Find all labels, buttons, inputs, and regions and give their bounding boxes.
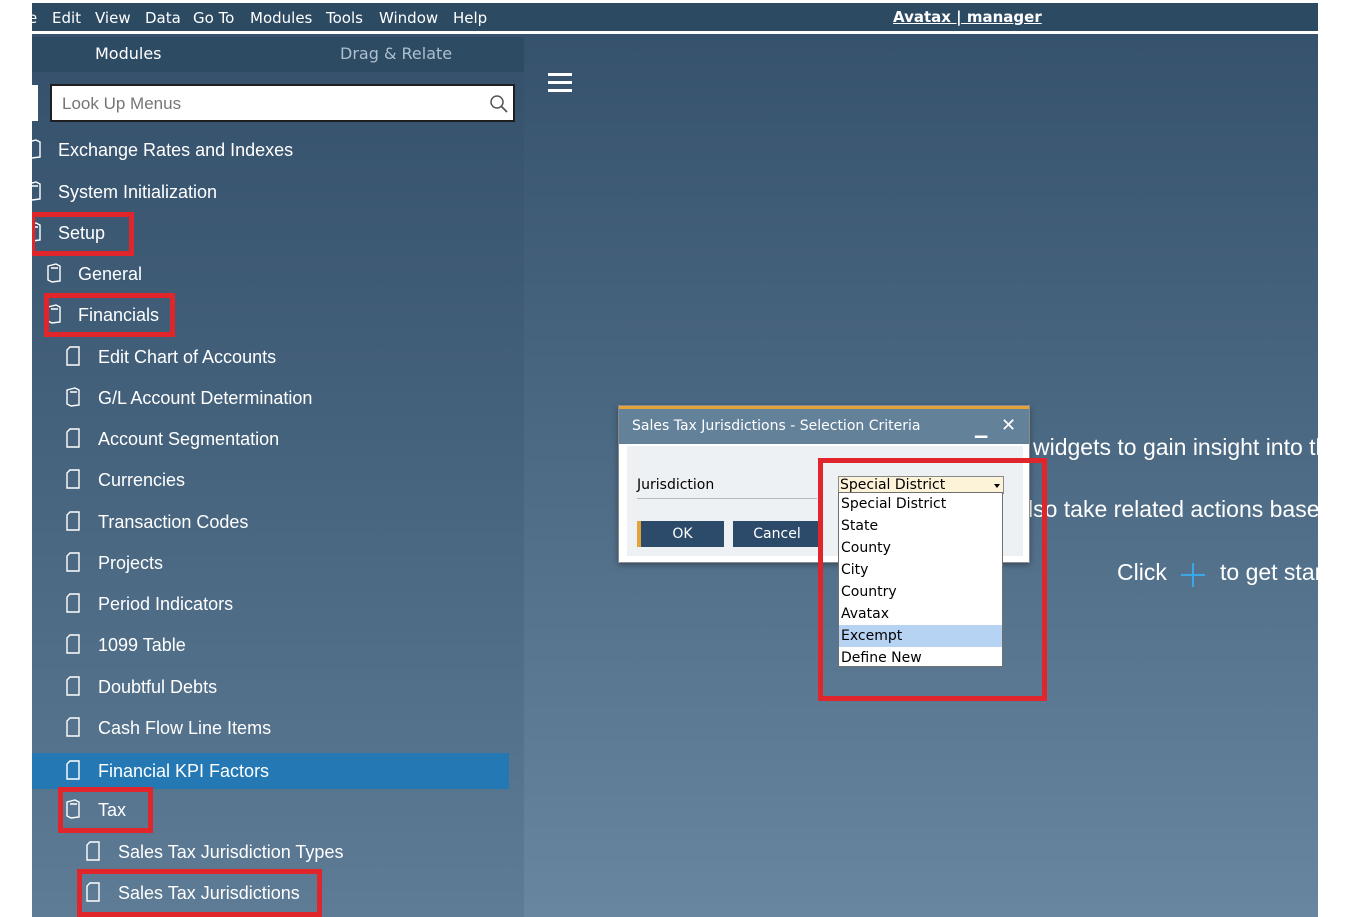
menu-window[interactable]: Window — [379, 9, 438, 27]
menu-view[interactable]: View — [95, 9, 131, 27]
background-help-line-2: lso take related actions based — [1028, 496, 1318, 522]
annotation-box-dropdown — [818, 458, 1047, 701]
document-icon — [66, 717, 80, 737]
sidebar-item-label: General — [78, 264, 143, 284]
label-underline — [637, 498, 817, 499]
sidebar-item-label: Account Segmentation — [98, 429, 280, 449]
background-click-label: Click — [1117, 559, 1167, 585]
sidebar-item-edit-chart[interactable]: Edit Chart of Accounts — [32, 339, 524, 375]
sidebar-item-period-indicators[interactable]: Period Indicators — [32, 586, 524, 622]
tab-modules[interactable]: Modules — [95, 44, 162, 63]
menu-help[interactable]: Help — [453, 9, 487, 27]
dialog-title-bar[interactable]: Sales Tax Jurisdictions - Selection Crit… — [619, 406, 1029, 444]
tab-drag-relate[interactable]: Drag & Relate — [340, 44, 452, 63]
search-icon[interactable] — [489, 94, 509, 114]
sidebar-item-label: Doubtful Debts — [98, 677, 218, 697]
sidebar-item-jurisdiction-types[interactable]: Sales Tax Jurisdiction Types — [32, 834, 524, 870]
annotation-box-financials — [44, 293, 175, 337]
menu-modules[interactable]: Modules — [250, 9, 312, 27]
folder-icon — [32, 181, 41, 201]
document-icon — [66, 552, 80, 572]
cancel-button[interactable]: Cancel — [733, 521, 821, 547]
menu-tools[interactable]: Tools — [326, 9, 363, 27]
sidebar-item-label: Edit Chart of Accounts — [98, 347, 277, 367]
search-left-edge — [32, 85, 38, 121]
folder-icon — [32, 139, 41, 159]
dialog-title: Sales Tax Jurisdictions - Selection Crit… — [632, 418, 921, 434]
document-icon — [66, 428, 80, 448]
hamburger-menu-icon[interactable] — [548, 73, 572, 93]
sidebar-item-label: 1099 Table — [98, 635, 186, 655]
document-icon — [66, 593, 80, 613]
document-icon — [86, 841, 100, 861]
sidebar-item-label: System Initialization — [58, 182, 218, 202]
sidebar-item-projects[interactable]: Projects — [32, 545, 524, 581]
sidebar-item-account-segmentation[interactable]: Account Segmentation — [32, 421, 524, 457]
sidebar-item-label: Transaction Codes — [98, 512, 249, 532]
minimize-icon[interactable]: ▁ — [975, 419, 987, 439]
menu-file[interactable]: e — [32, 9, 37, 27]
document-icon — [66, 760, 80, 780]
sidebar-item-cash-flow[interactable]: Cash Flow Line Items — [32, 710, 524, 746]
search-input[interactable] — [62, 94, 482, 114]
document-icon — [66, 634, 80, 654]
menu-edit[interactable]: Edit — [52, 9, 81, 27]
sidebar-item-label: Exchange Rates and Indexes — [58, 140, 294, 160]
sidebar-item-gl-account[interactable]: G/L Account Determination — [32, 380, 524, 416]
window-title: Avatax | manager — [893, 8, 1042, 26]
background-help-line-1: widgets to gain insight into th — [1033, 434, 1318, 460]
sidebar-item-label: Financial KPI Factors — [98, 761, 270, 781]
document-icon — [66, 511, 80, 531]
menu-goto[interactable]: Go To — [193, 9, 234, 27]
menu-bar: e Edit View Data Go To Modules Tools Win… — [32, 3, 1318, 34]
sidebar: Modules Drag & Relate Exchange Rates and… — [32, 37, 524, 917]
document-icon — [66, 469, 80, 489]
sidebar-item-label: Projects — [98, 553, 164, 573]
sidebar-item-general[interactable]: General — [32, 256, 524, 292]
document-icon — [66, 346, 80, 366]
sidebar-item-financial-kpi[interactable]: Financial KPI Factors — [32, 753, 509, 789]
sidebar-item-transaction-codes[interactable]: Transaction Codes — [32, 504, 524, 540]
sidebar-item-1099-table[interactable]: 1099 Table — [32, 627, 524, 663]
folder-icon — [47, 263, 61, 283]
sidebar-item-system-init[interactable]: System Initialization — [32, 174, 524, 210]
ok-button[interactable]: OK — [637, 521, 724, 547]
background-get-started: to get star — [1220, 559, 1318, 585]
sidebar-item-currencies[interactable]: Currencies — [32, 462, 524, 498]
sidebar-item-exchange-rates[interactable]: Exchange Rates and Indexes — [32, 132, 524, 168]
app-window: e Edit View Data Go To Modules Tools Win… — [32, 3, 1318, 917]
sidebar-item-label: Currencies — [98, 470, 186, 490]
plus-icon[interactable] — [1179, 561, 1207, 589]
document-icon — [66, 676, 80, 696]
sidebar-item-doubtful-debts[interactable]: Doubtful Debts — [32, 669, 524, 705]
sidebar-item-label: Sales Tax Jurisdiction Types — [118, 842, 344, 862]
sidebar-item-label: Cash Flow Line Items — [98, 718, 272, 738]
jurisdiction-label: Jurisdiction — [637, 477, 715, 493]
sidebar-item-label: G/L Account Determination — [98, 388, 313, 408]
search-box[interactable] — [50, 84, 515, 122]
sidebar-tabs: Modules Drag & Relate — [32, 37, 524, 72]
sidebar-item-label: Period Indicators — [98, 594, 234, 614]
annotation-box-setup — [32, 212, 134, 256]
menu-data[interactable]: Data — [145, 9, 181, 27]
close-icon[interactable]: ✕ — [1001, 415, 1016, 436]
folder-icon — [66, 387, 80, 407]
annotation-box-tax — [58, 787, 153, 833]
annotation-box-jurisdictions — [77, 869, 322, 917]
